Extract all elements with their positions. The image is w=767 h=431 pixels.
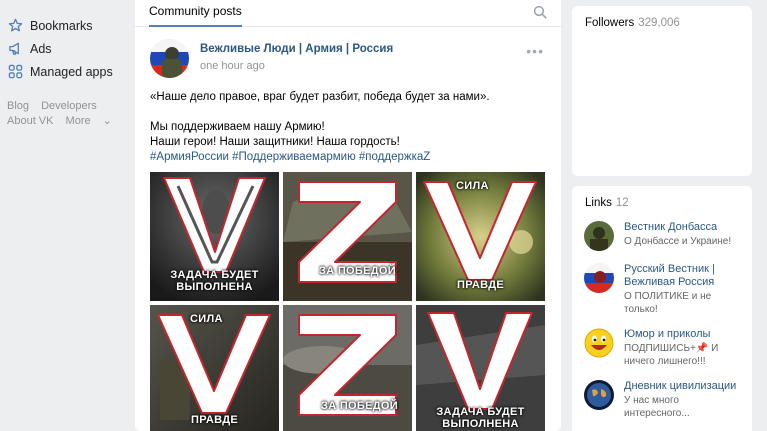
post-image[interactable]: ЗАДАЧА БУДЕТ ВЫПОЛНЕНА [150, 172, 279, 301]
avatar [584, 263, 614, 293]
image-caption: ЗАДАЧА БУДЕТ ВЫПОЛНЕНА [170, 269, 259, 293]
sidebar-item-label: Ads [30, 41, 52, 56]
followers-label: Followers [585, 17, 635, 29]
link-item[interactable]: Дневник цивилизации У нас много интересн… [572, 380, 752, 420]
footer-link-more[interactable]: More ⌄ [66, 115, 121, 127]
link-description: О Донбассе и Украине! [624, 236, 732, 247]
links-count: 12 [615, 197, 629, 209]
right-column: Followers 329,006 Links 12 Вестник Донбасс… [572, 6, 752, 431]
image-caption: ЗАДАЧА БУДЕТ ВЫПОЛНЕНА [436, 406, 525, 430]
link-name: Русский Вестник | Вежливая Россия [624, 263, 715, 288]
image-caption: ЗА ПОБЕДОЙ [321, 400, 398, 412]
footer-links: Blog Developers About VK More ⌄ [0, 99, 130, 129]
links-label: Links [585, 197, 612, 209]
followers-count: 329,006 [638, 17, 680, 29]
globe-icon [584, 380, 614, 410]
link-name: Юмор и приколы [624, 328, 711, 340]
post-timestamp[interactable]: one hour ago [200, 60, 393, 72]
footer-link-developers[interactable]: Developers [41, 100, 97, 112]
post-text-line: Мы поддерживаем нашу Армию! [150, 121, 325, 133]
link-item[interactable]: Русский Вестник | Вежливая Россия О ПОЛИ… [572, 263, 752, 316]
link-description: О ПОЛИТИКЕ и не только! [624, 291, 712, 315]
image-caption-top: СИЛА [456, 180, 489, 192]
link-description: У нас много интересного... [624, 395, 690, 419]
footer-link-about[interactable]: About VK [7, 115, 53, 127]
sidebar-item-label: Managed apps [30, 64, 113, 79]
post: Вежливые Люди | Армия | Россия one hour … [135, 27, 561, 431]
avatar[interactable] [150, 39, 189, 78]
link-item[interactable]: Юмор и приколы ПОДПИШИСЬ+📌 И ничего лишн… [572, 328, 752, 368]
left-sidebar: Bookmarks Ads Managed apps Blog Develope… [0, 14, 130, 129]
link-description: ПОДПИШИСЬ+📌 И ничего лишнего!!! [624, 343, 719, 367]
post-author[interactable]: Вежливые Люди | Армия | Россия [200, 43, 393, 55]
links-card: Links 12 Вестник Донбасса О Донбассе и Ук… [572, 186, 752, 431]
tabs-bar: Community posts [135, 0, 561, 27]
post-hashtags: #АрмияРоссии #Поддерживаемармию #поддерж… [150, 150, 547, 165]
star-icon [7, 18, 23, 34]
sidebar-item-managed-apps[interactable]: Managed apps [0, 60, 130, 83]
followers-card: Followers 329,006 [572, 6, 752, 176]
image-caption: ПРАВДЕ [191, 414, 238, 426]
tab-community-posts[interactable]: Community posts [149, 4, 242, 27]
post-image-grid: ЗАДАЧА БУДЕТ ВЫПОЛНЕНА ЗА ПОБЕДОЙ СИЛА П… [150, 172, 547, 431]
post-image[interactable]: ЗАДАЧА БУДЕТ ВЫПОЛНЕНА [416, 305, 545, 431]
hashtag-link[interactable]: #Поддерживаемармию [232, 151, 356, 163]
post-text: «Наше дело правое, враг будет разбит, по… [150, 90, 547, 165]
post-image[interactable]: СИЛА ПРАВДЕ [150, 305, 279, 431]
hashtag-link[interactable]: #АрмияРоссии [150, 151, 229, 163]
megaphone-icon [7, 41, 23, 57]
post-text-line: Наши герои! Наши защитники! Наша гордост… [150, 136, 400, 148]
chevron-down-icon: ⌄ [102, 115, 112, 127]
image-caption-top: СИЛА [190, 313, 223, 325]
link-name: Дневник цивилизации [624, 380, 737, 392]
footer-link-blog[interactable]: Blog [7, 100, 29, 112]
avatar [584, 221, 614, 251]
hashtag-link[interactable]: #поддержкаZ [359, 151, 430, 163]
smiley-icon [584, 328, 614, 358]
more-options-icon[interactable]: ••• [526, 43, 544, 59]
post-image[interactable]: ЗА ПОБЕДОЙ [283, 172, 412, 301]
link-item[interactable]: Вестник Донбасса О Донбассе и Украине! [572, 221, 752, 251]
post-image[interactable]: ЗА ПОБЕДОЙ [283, 305, 412, 431]
search-icon[interactable] [533, 5, 547, 22]
post-text-line: «Наше дело правое, враг будет разбит, по… [150, 91, 490, 103]
image-caption: ЗА ПОБЕДОЙ [319, 265, 396, 277]
sidebar-item-ads[interactable]: Ads [0, 37, 130, 60]
post-image[interactable]: СИЛА ПРАВДЕ [416, 172, 545, 301]
apps-grid-icon [7, 64, 23, 80]
followers-header[interactable]: Followers 329,006 [572, 6, 752, 40]
post-header: Вежливые Люди | Армия | Россия one hour … [150, 39, 547, 78]
link-name: Вестник Донбасса [624, 221, 718, 233]
links-header[interactable]: Links 12 [572, 186, 752, 221]
image-caption: ПРАВДЕ [457, 279, 504, 291]
sidebar-item-bookmarks[interactable]: Bookmarks [0, 14, 130, 37]
sidebar-item-label: Bookmarks [30, 18, 93, 33]
feed-panel: Community posts Вежливые Люди | Армия | … [135, 0, 561, 431]
